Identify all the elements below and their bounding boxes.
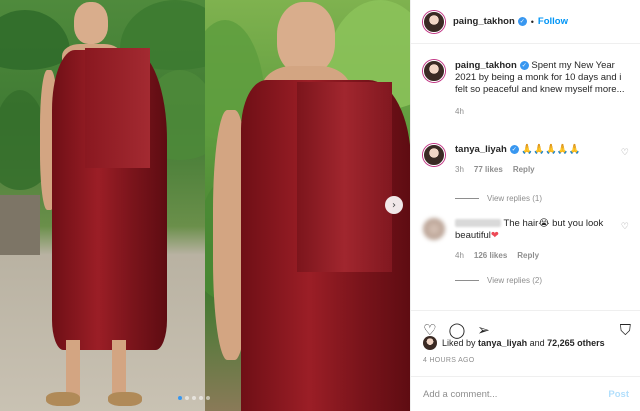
- comments-list[interactable]: paing_takhon ✓ Spent my New Year 2021 by …: [411, 52, 640, 302]
- comment-time: 4h: [455, 251, 464, 260]
- reply-button[interactable]: Reply: [513, 164, 535, 176]
- crying-emoji: 😭: [538, 218, 550, 229]
- commenter-avatar[interactable]: [423, 144, 445, 166]
- carousel-dot: [185, 396, 189, 400]
- blurred-username: [455, 219, 501, 228]
- verified-badge-icon: ✓: [517, 17, 527, 26]
- follow-button[interactable]: Follow: [538, 16, 568, 27]
- add-comment-bar: Post: [411, 376, 640, 411]
- comment-item: The hair😭 but you look beautiful❤ 4h 126…: [423, 218, 633, 262]
- red-heart-emoji: ❤: [490, 230, 499, 241]
- view-replies-label: View replies (1): [487, 194, 542, 203]
- carousel-indicator: [178, 396, 210, 400]
- comment-text-start: The hair: [503, 218, 539, 229]
- reply-button[interactable]: Reply: [517, 250, 539, 262]
- comment-text: 🙏🙏🙏🙏🙏: [521, 144, 581, 155]
- view-replies-button[interactable]: View replies (1): [455, 194, 542, 203]
- liked-by-user[interactable]: tanya_liyah: [478, 338, 527, 348]
- comment-time: 3h: [455, 165, 464, 174]
- next-slide-button[interactable]: ›: [385, 196, 403, 214]
- divider: [455, 280, 479, 281]
- carousel-dot: [178, 396, 182, 400]
- author-avatar[interactable]: [423, 10, 445, 33]
- view-replies-button[interactable]: View replies (2): [455, 276, 542, 285]
- caption: paing_takhon ✓ Spent my New Year 2021 by …: [423, 60, 633, 118]
- comment-item: tanya_liyah ✓ 🙏🙏🙏🙏🙏 3h 77 likes Reply ♡: [423, 144, 633, 176]
- comment-input[interactable]: [423, 388, 609, 400]
- comment-like-heart-icon[interactable]: ♡: [621, 148, 629, 158]
- photo-monk-full: [0, 0, 205, 411]
- post-side-panel: paing_takhon ✓ • Follow paing_takhon ✓ Sp…: [410, 0, 640, 411]
- photo-monk-closeup: [205, 0, 410, 411]
- liked-by-prefix: Liked by: [442, 338, 476, 348]
- post-timestamp[interactable]: 4 HOURS AGO: [423, 357, 475, 364]
- post-media[interactable]: ›: [0, 0, 410, 411]
- post-comment-button[interactable]: Post: [608, 389, 629, 400]
- liked-by: Liked by tanya_liyah and 72,265 others: [423, 336, 605, 350]
- bookmark-icon[interactable]: ⛉: [620, 321, 631, 339]
- comment-author[interactable]: tanya_liyah: [455, 144, 507, 155]
- chevron-right-icon: ›: [392, 199, 396, 211]
- comment-likes[interactable]: 126 likes: [474, 250, 507, 262]
- liked-by-conjunction: and: [529, 338, 545, 348]
- verified-badge-icon: ✓: [509, 144, 519, 154]
- caption-author[interactable]: paing_takhon: [455, 60, 517, 71]
- carousel-dot: [199, 396, 203, 400]
- comment-like-heart-icon[interactable]: ♡: [621, 222, 629, 232]
- carousel-dot: [206, 396, 210, 400]
- view-replies-label: View replies (2): [487, 276, 542, 285]
- caption-time: 4h: [455, 107, 464, 116]
- comment-likes[interactable]: 77 likes: [474, 164, 503, 176]
- carousel-dot: [192, 396, 196, 400]
- divider: [455, 198, 479, 199]
- separator: •: [530, 16, 534, 27]
- liker-avatar[interactable]: [423, 336, 437, 350]
- verified-badge-icon: ✓: [519, 60, 529, 70]
- author-username[interactable]: paing_takhon: [453, 16, 515, 27]
- commenter-avatar[interactable]: [423, 218, 445, 240]
- post-header: paing_takhon ✓ • Follow: [411, 0, 640, 44]
- liked-by-others[interactable]: 72,265 others: [547, 338, 605, 348]
- author-avatar[interactable]: [423, 60, 445, 82]
